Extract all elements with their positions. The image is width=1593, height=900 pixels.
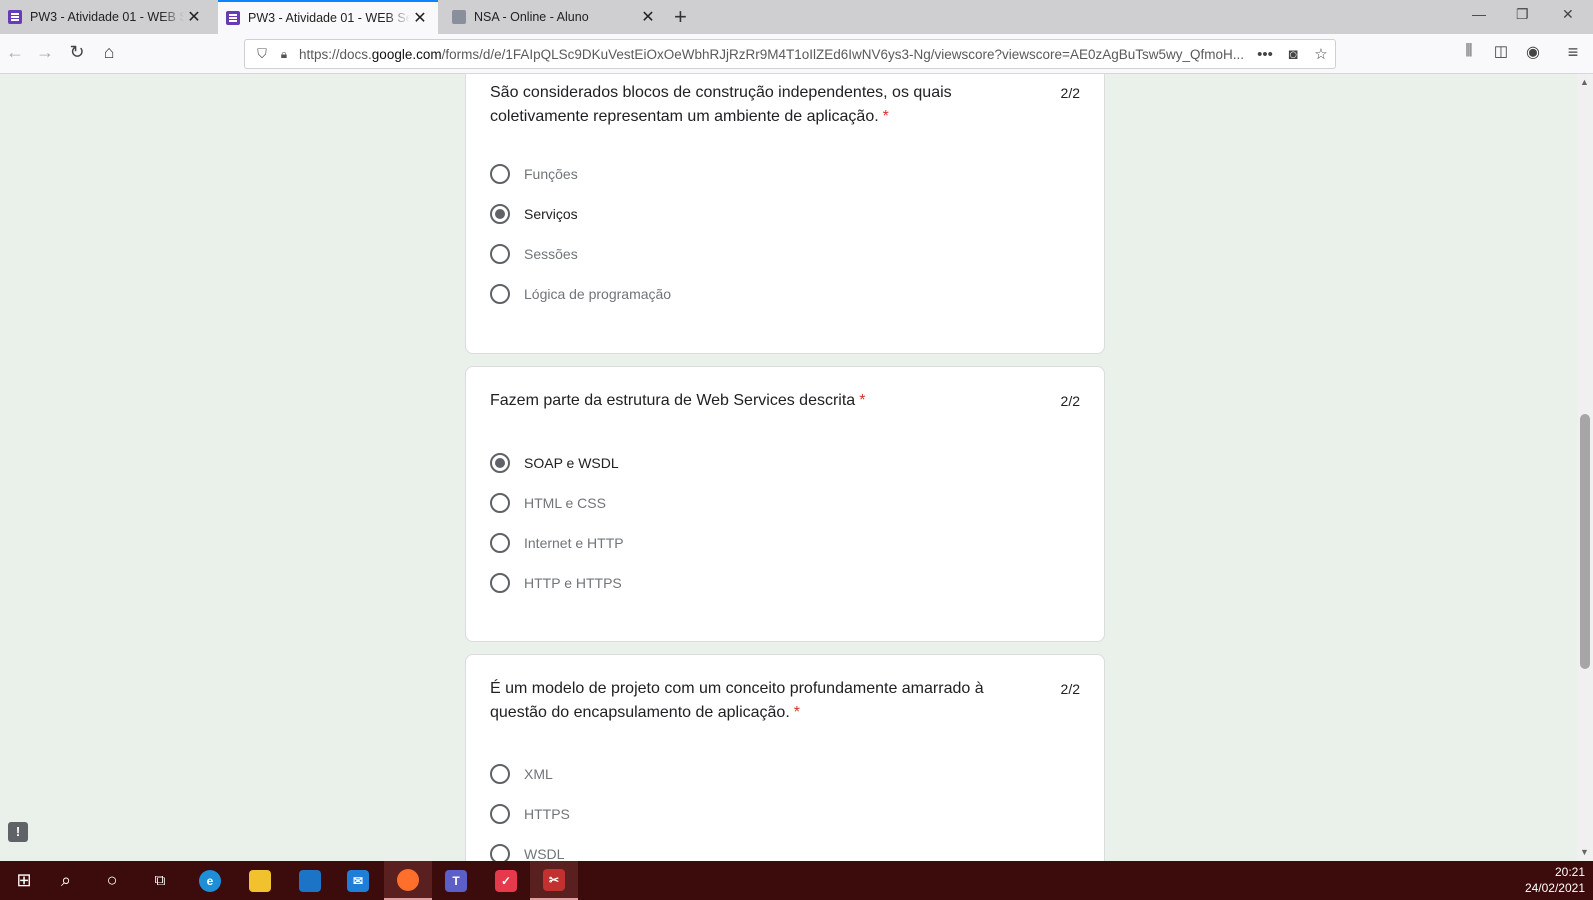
tracking-shield-icon[interactable]: ⛉ (249, 46, 275, 62)
radio-option[interactable]: WSDL (490, 842, 564, 861)
radio-option-selected[interactable]: Serviços (490, 202, 578, 226)
radio-button-checked[interactable] (490, 204, 510, 224)
tab-strip: PW3 - Atividade 01 - WEB Services ✕ PW3 … (0, 0, 1593, 34)
question-title: São considerados blocos de construção in… (490, 84, 952, 125)
task-view-icon[interactable]: ⧉ (136, 861, 184, 900)
nsa-icon (452, 10, 466, 24)
address-bar[interactable]: ⛉ 🔒︎ https://docs.google.com/forms/d/e/1… (244, 39, 1336, 69)
radio-button[interactable] (490, 533, 510, 553)
radio-button[interactable] (490, 164, 510, 184)
radio-option[interactable]: Internet e HTTP (490, 531, 624, 555)
question-card: É um modelo de projeto com um conceito p… (465, 654, 1105, 861)
bookmark-star-icon[interactable]: ☆ (1307, 45, 1335, 63)
page-scrollbar[interactable]: ▲ ▼ (1577, 74, 1593, 861)
close-icon[interactable]: ✕ (184, 7, 204, 27)
radio-button[interactable] (490, 764, 510, 784)
teams-icon[interactable]: T (432, 861, 480, 900)
radio-button-checked[interactable] (490, 453, 510, 473)
question-card: Fazem parte da estrutura de Web Services… (465, 366, 1105, 642)
cortana-icon[interactable]: ○ (88, 861, 136, 900)
new-tab-button[interactable]: + (674, 4, 687, 30)
pocket-app-icon[interactable]: ✓ (482, 861, 530, 900)
tab-title: NSA - Online - Aluno (474, 10, 589, 24)
radio-button[interactable] (490, 284, 510, 304)
edge-browser-icon[interactable]: e (186, 861, 234, 900)
close-icon[interactable]: ✕ (638, 7, 658, 27)
page-actions-icon[interactable]: ••• (1251, 46, 1279, 63)
question-title: É um modelo de projeto com um conceito p… (490, 680, 984, 721)
close-icon[interactable]: ✕ (410, 8, 430, 28)
radio-option[interactable]: HTTP e HTTPS (490, 571, 622, 595)
feedback-icon[interactable]: ! (8, 822, 28, 842)
lock-icon[interactable]: 🔒︎ (275, 47, 293, 62)
google-forms-icon (226, 11, 240, 25)
search-icon[interactable]: ⌕ (42, 861, 90, 900)
minimize-icon[interactable]: — (1472, 6, 1486, 22)
question-score: 2/2 (1060, 85, 1080, 101)
snipping-tool-icon[interactable]: ✂ (530, 861, 578, 900)
radio-option[interactable]: Sessões (490, 242, 578, 266)
scroll-down-icon[interactable]: ▼ (1580, 847, 1589, 857)
microsoft-store-icon[interactable] (286, 861, 334, 900)
radio-button[interactable] (490, 844, 510, 861)
radio-option-selected[interactable]: SOAP e WSDL (490, 451, 619, 475)
forward-icon[interactable]: → (34, 42, 56, 63)
radio-option[interactable]: XML (490, 762, 553, 786)
question-score: 2/2 (1060, 681, 1080, 697)
radio-button[interactable] (490, 804, 510, 824)
question-card: São considerados blocos de construção in… (465, 74, 1105, 354)
sidebar-icon[interactable]: ◫ (1490, 42, 1512, 60)
clock-time: 20:21 (1554, 865, 1585, 879)
tab-title: PW3 - Atividade 01 - WEB Services (30, 10, 184, 24)
google-forms-icon (8, 10, 22, 24)
radio-option[interactable]: Funções (490, 162, 578, 186)
browser-tab-1[interactable]: PW3 - Atividade 01 - WEB Services ✕ (0, 0, 212, 34)
radio-button[interactable] (490, 244, 510, 264)
window-close-icon[interactable]: ✕ (1562, 6, 1574, 23)
form-viewscore-page: São considerados blocos de construção in… (0, 74, 1593, 861)
restore-icon[interactable]: ❐ (1516, 6, 1529, 23)
radio-option[interactable]: HTTPS (490, 802, 570, 826)
radio-option[interactable]: Lógica de programação (490, 282, 671, 306)
radio-button[interactable] (490, 573, 510, 593)
file-explorer-icon[interactable] (236, 861, 284, 900)
menu-icon[interactable]: ≡ (1562, 42, 1584, 63)
windows-taskbar: ⊞ ⌕ ○ ⧉ e ✉ T ✓ ✂ 20:21 24/02/2021 (0, 861, 1593, 900)
browser-tab-3[interactable]: NSA - Online - Aluno ✕ (444, 0, 666, 34)
account-icon[interactable]: ◉ (1522, 42, 1544, 62)
back-icon[interactable]: ← (4, 42, 26, 63)
navigation-bar: ← → ↻ ⌂ ⛉ 🔒︎ https://docs.google.com/for… (0, 34, 1593, 74)
url-text[interactable]: https://docs.google.com/forms/d/e/1FAIpQ… (293, 47, 1251, 62)
pocket-icon[interactable]: ◙ (1279, 46, 1307, 63)
reload-icon[interactable]: ↻ (66, 42, 88, 63)
radio-option[interactable]: HTML e CSS (490, 491, 606, 515)
scroll-up-icon[interactable]: ▲ (1580, 77, 1589, 87)
home-icon[interactable]: ⌂ (98, 42, 120, 63)
question-score: 2/2 (1060, 393, 1080, 409)
mail-icon[interactable]: ✉ (334, 861, 382, 900)
question-title: Fazem parte da estrutura de Web Services… (490, 392, 866, 409)
system-clock[interactable]: 20:21 24/02/2021 (1525, 864, 1585, 896)
clock-date: 24/02/2021 (1524, 881, 1585, 895)
windows-start-icon[interactable]: ⊞ (0, 861, 48, 900)
scroll-thumb[interactable] (1580, 414, 1590, 669)
library-icon[interactable]: ⫼ (1458, 42, 1480, 59)
radio-button[interactable] (490, 493, 510, 513)
tab-title: PW3 - Atividade 01 - WEB Services (248, 11, 410, 25)
browser-tab-2-active[interactable]: PW3 - Atividade 01 - WEB Services ✕ (218, 0, 438, 34)
firefox-icon[interactable] (384, 861, 432, 900)
